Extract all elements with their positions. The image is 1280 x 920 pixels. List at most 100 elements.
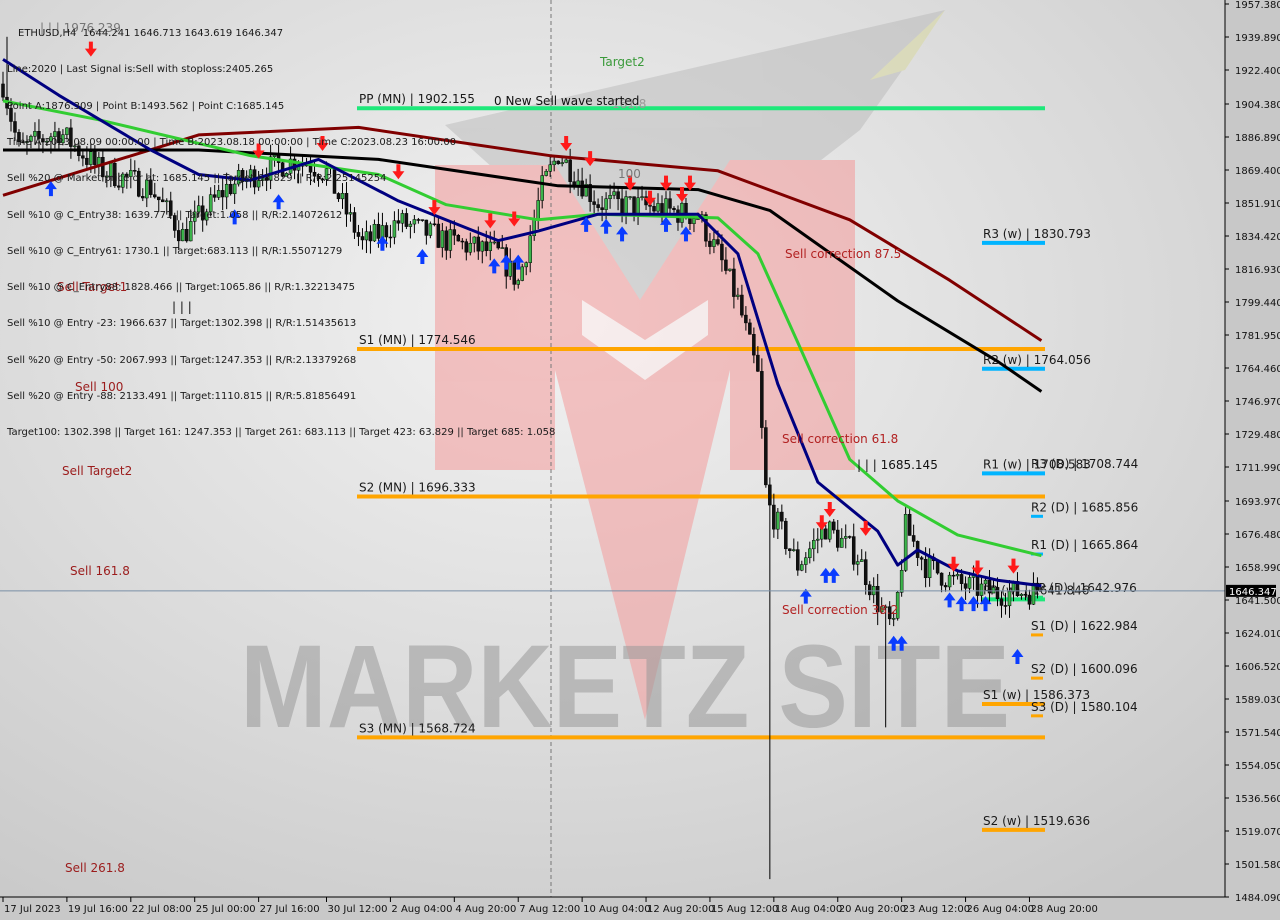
bull-candle	[816, 538, 820, 541]
bear-candle	[744, 314, 748, 324]
time-tick-label: 28 Aug 20:00	[1030, 904, 1097, 915]
sell-261-label: Sell 261.8	[65, 861, 125, 875]
bear-candle	[907, 514, 912, 536]
time-tick-label: 27 Jul 16:00	[260, 904, 320, 915]
level-label: R3 (D) | 1708.744	[1031, 457, 1138, 471]
bull-candle	[820, 528, 824, 540]
price-tick-label: 1658.990	[1235, 563, 1280, 574]
time-tick-label: 7 Aug 12:00	[519, 904, 580, 915]
bull-candle	[991, 587, 996, 594]
price-tick-label: 1676.480	[1235, 530, 1280, 541]
price-tick-label: 1851.910	[1235, 199, 1280, 210]
bear-candle	[752, 334, 756, 356]
bull-candle	[927, 556, 932, 579]
bull-candle	[903, 514, 908, 571]
bull-candle	[804, 557, 808, 565]
bear-candle	[556, 160, 560, 165]
bull-candle	[808, 548, 812, 559]
bear-candle	[748, 322, 752, 335]
info-line: Time A:2023.08.09 00:00:00 | Time B:2023…	[7, 137, 457, 149]
price-tick-label: 1764.460	[1235, 364, 1280, 375]
price-tick-label: 1834.420	[1235, 232, 1280, 243]
current-price-value: 1646.347	[1229, 587, 1277, 598]
bear-candle	[963, 583, 968, 589]
price-tick-label: 1886.890	[1235, 133, 1280, 144]
bull-candle	[859, 559, 864, 562]
bear-candle	[724, 259, 728, 271]
sell-correction-875-label: Sell correction 87.5	[785, 247, 901, 261]
level-label: R1 (D) | 1665.864	[1031, 538, 1138, 552]
bear-candle	[923, 558, 928, 579]
price-tick-label: 1781.950	[1235, 331, 1280, 342]
bear-candle	[672, 208, 676, 211]
price-tick-label: 1536.560	[1235, 794, 1280, 805]
bull-candle	[608, 195, 612, 200]
sell-correction-618-label: Sell correction 61.8	[782, 432, 898, 446]
info-line: Target100: 1302.398 || Target 161: 1247.…	[7, 427, 556, 439]
bear-candle	[824, 528, 828, 540]
bear-candle	[1, 83, 5, 98]
bull-candle	[812, 540, 816, 550]
bull-candle	[983, 579, 988, 585]
bear-candle	[835, 529, 840, 548]
price-tick-label: 1729.480	[1235, 430, 1280, 441]
time-tick-label: 10 Aug 04:00	[583, 904, 650, 915]
level-label: S2 (MN) | 1696.333	[359, 481, 476, 495]
bull-candle	[899, 570, 904, 593]
level-label: R3 (w) | 1830.793	[983, 227, 1091, 241]
time-tick-label: 30 Jul 12:00	[328, 904, 388, 915]
bear-candle	[616, 191, 620, 200]
price-tick-label: 1869.400	[1235, 166, 1280, 177]
price-tick-label: 1589.030	[1235, 695, 1280, 706]
sell-161-label: Sell 161.8	[70, 564, 130, 578]
bear-candle	[768, 484, 772, 506]
point-c-marker: | | | 1685.145	[857, 458, 938, 472]
price-tick-label: 1922.400	[1235, 66, 1280, 77]
chart-window: MARKETZ SITE PP (MN) | 1902.155 S1 (MN) |…	[0, 0, 1280, 920]
info-line: Sell %20 @ Entry -88: 2133.491 || Target…	[7, 391, 357, 402]
info-line: Sell %10 @ C_Entry61: 1730.1 || Target:6…	[7, 245, 343, 257]
bear-candle	[740, 294, 744, 316]
bear-candle	[632, 196, 636, 214]
bull-candle	[712, 239, 716, 247]
bull-candle	[947, 574, 952, 588]
bear-candle	[959, 574, 964, 584]
bull-candle	[800, 564, 804, 571]
bear-candle	[720, 243, 724, 261]
price-tick-label: 1799.440	[1235, 298, 1280, 309]
indicator-info-panel: ETHUSD,H4 1644.241 1646.713 1643.619 164…	[7, 4, 555, 451]
bull-candle	[560, 162, 564, 165]
level-label: S3 (MN) | 1568.724	[359, 721, 476, 735]
bear-candle	[668, 198, 672, 209]
sell-target2-label: Sell Target2	[62, 464, 132, 478]
bull-candle	[1007, 591, 1012, 607]
bear-candle	[1003, 605, 1008, 607]
level-label: R2 (w) | 1764.056	[983, 353, 1091, 367]
time-tick-label: 20 Aug 20:00	[839, 904, 906, 915]
info-line: Point A:1876.309 | Point B:1493.562 | Po…	[7, 100, 285, 112]
bull-candle	[656, 203, 660, 212]
fib-100-label: 100	[618, 167, 641, 181]
bull-candle	[955, 574, 960, 577]
bear-candle	[708, 240, 712, 247]
price-tick-label: 1939.890	[1235, 33, 1280, 44]
time-tick-label: 26 Aug 04:00	[967, 904, 1034, 915]
bear-candle	[867, 584, 872, 596]
bull-candle	[1019, 593, 1024, 596]
info-line: Line:2020 | Last Signal is:Sell with sto…	[7, 64, 274, 76]
bear-candle	[935, 560, 940, 574]
bear-candle	[1023, 593, 1028, 596]
info-line: Sell %10 @ Entry -23: 1966.637 || Target…	[7, 318, 357, 330]
level-label: PP (D) | 1642.976	[1031, 581, 1137, 595]
price-tick-label: 1693.970	[1235, 497, 1280, 508]
bear-candle	[975, 574, 980, 596]
bear-candle	[756, 354, 760, 372]
bull-candle	[979, 583, 984, 596]
level-label: R2 (D) | 1685.856	[1031, 500, 1138, 514]
price-tick-label: 1501.580	[1235, 860, 1280, 871]
bear-candle	[863, 559, 868, 585]
bear-candle	[851, 536, 856, 565]
time-tick-label: 22 Jul 08:00	[132, 904, 192, 915]
bull-candle	[792, 549, 796, 551]
level-label: S3 (D) | 1580.104	[1031, 700, 1138, 714]
